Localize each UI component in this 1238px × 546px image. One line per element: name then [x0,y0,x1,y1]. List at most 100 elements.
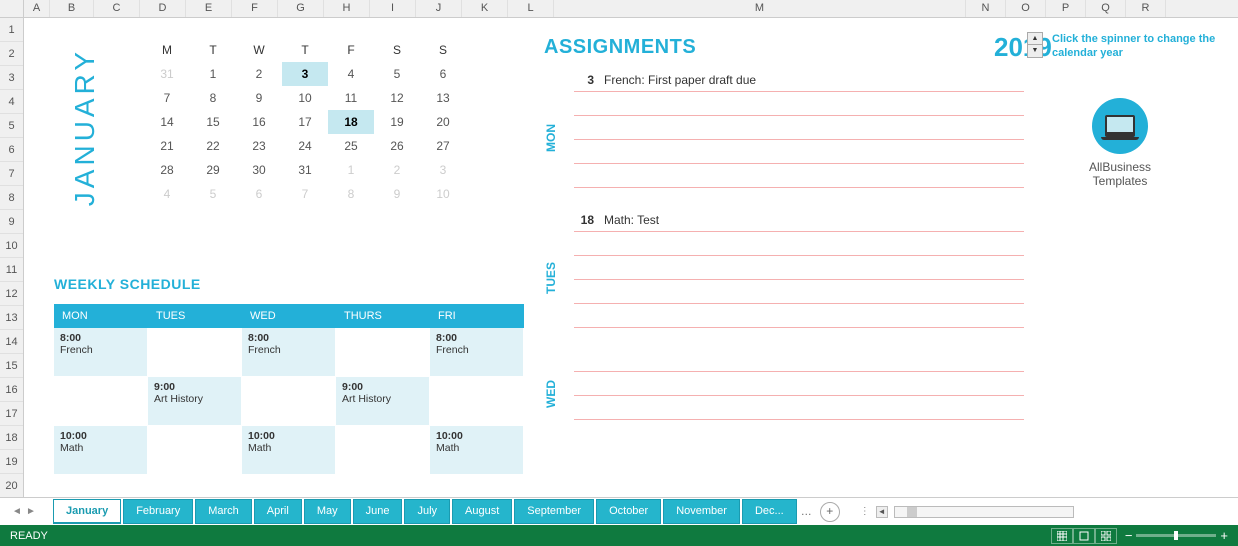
row-header[interactable]: 13 [0,306,23,330]
weekly-cell[interactable] [336,328,430,377]
cal-day[interactable]: 8 [190,86,236,110]
row-header[interactable]: 15 [0,354,23,378]
col-header[interactable]: O [1006,0,1046,17]
cal-day[interactable]: 26 [374,134,420,158]
hscroll-thumb[interactable] [907,507,917,517]
col-header[interactable]: J [416,0,462,17]
assignment-line[interactable]: 3French: First paper draft due [574,68,1024,92]
weekly-cell[interactable] [242,377,336,426]
zoom-out-button[interactable]: − [1125,528,1133,543]
cal-day[interactable]: 5 [374,62,420,86]
cal-day[interactable]: 6 [236,182,282,206]
sheet-tab[interactable]: September [514,499,594,524]
weekly-cell[interactable]: 10:00Math [54,426,148,475]
weekly-cell[interactable]: 8:00French [54,328,148,377]
cal-day[interactable]: 25 [328,134,374,158]
col-header[interactable]: F [232,0,278,17]
col-header[interactable]: L [508,0,554,17]
sheet-tab[interactable]: January [53,499,121,524]
sheet-tab[interactable]: July [404,499,450,524]
worksheet-area[interactable]: JANUARY MTWTFSS3112345678910111213141516… [24,18,1238,497]
assignment-line[interactable] [574,92,1024,116]
row-header[interactable]: 20 [0,474,23,498]
weekly-cell[interactable]: 9:00Art History [336,377,430,426]
row-header[interactable]: 7 [0,162,23,186]
row-header[interactable]: 10 [0,234,23,258]
zoom-in-button[interactable]: + [1220,528,1228,543]
cal-day[interactable]: 19 [374,110,420,134]
cal-day[interactable]: 7 [282,182,328,206]
add-sheet-button[interactable]: + [820,502,840,522]
cal-day[interactable]: 10 [420,182,466,206]
cal-day[interactable]: 7 [144,86,190,110]
weekly-cell[interactable] [148,426,242,475]
assignment-line[interactable] [574,372,1024,396]
cal-day[interactable]: 28 [144,158,190,182]
cal-day[interactable]: 20 [420,110,466,134]
cal-day[interactable]: 23 [236,134,282,158]
assignment-line[interactable] [574,280,1024,304]
cal-day[interactable]: 12 [374,86,420,110]
cal-day[interactable]: 5 [190,182,236,206]
sheet-tab[interactable]: April [254,499,302,524]
cal-day[interactable]: 18 [328,110,374,134]
cal-day[interactable]: 15 [190,110,236,134]
assignment-line[interactable] [574,304,1024,328]
cal-day[interactable]: 22 [190,134,236,158]
weekly-cell[interactable] [336,426,430,475]
col-header[interactable]: Q [1086,0,1126,17]
sheet-tab[interactable]: November [663,499,740,524]
weekly-cell[interactable]: 8:00French [242,328,336,377]
col-header[interactable]: C [94,0,140,17]
tab-resize-handle[interactable]: ⋮ [860,506,870,517]
cal-day[interactable]: 17 [282,110,328,134]
cal-day[interactable]: 24 [282,134,328,158]
normal-view-button[interactable] [1051,528,1073,544]
cal-day[interactable]: 27 [420,134,466,158]
cal-day[interactable]: 4 [328,62,374,86]
weekly-cell[interactable]: 10:00Math [430,426,524,475]
sheet-tab[interactable]: Dec... [742,499,797,524]
spinner-up-button[interactable]: ▲ [1028,33,1042,45]
page-break-view-button[interactable] [1095,528,1117,544]
page-layout-view-button[interactable] [1073,528,1095,544]
row-header[interactable]: 3 [0,66,23,90]
cal-day[interactable]: 2 [236,62,282,86]
cal-day[interactable]: 10 [282,86,328,110]
assignment-line[interactable] [574,164,1024,188]
cal-day[interactable]: 9 [236,86,282,110]
sheet-tab[interactable]: October [596,499,661,524]
year-spinner[interactable]: ▲ ▼ [1027,32,1043,58]
row-header[interactable]: 12 [0,282,23,306]
cal-day[interactable]: 1 [190,62,236,86]
sheet-tab[interactable]: March [195,499,252,524]
col-header[interactable]: E [186,0,232,17]
row-header[interactable]: 17 [0,402,23,426]
cal-day[interactable]: 21 [144,134,190,158]
select-all-corner[interactable] [0,0,24,18]
cal-day[interactable]: 30 [236,158,282,182]
row-header[interactable]: 5 [0,114,23,138]
col-header[interactable]: N [966,0,1006,17]
cal-day[interactable]: 31 [144,62,190,86]
tab-nav-next[interactable]: ► [24,504,38,520]
cal-day[interactable]: 14 [144,110,190,134]
col-header[interactable]: G [278,0,324,17]
weekly-cell[interactable] [148,328,242,377]
cal-day[interactable]: 9 [374,182,420,206]
row-header[interactable]: 16 [0,378,23,402]
sheet-tab[interactable]: February [123,499,193,524]
row-header[interactable]: 14 [0,330,23,354]
assignment-line[interactable] [574,140,1024,164]
cal-day[interactable]: 4 [144,182,190,206]
cal-day[interactable]: 3 [282,62,328,86]
weekly-cell[interactable] [54,377,148,426]
row-header[interactable]: 6 [0,138,23,162]
col-header[interactable]: R [1126,0,1166,17]
sheet-tab[interactable]: June [353,499,403,524]
row-header[interactable]: 9 [0,210,23,234]
cal-day[interactable]: 8 [328,182,374,206]
assignment-line[interactable] [574,256,1024,280]
cal-day[interactable]: 6 [420,62,466,86]
zoom-slider[interactable] [1136,534,1216,537]
